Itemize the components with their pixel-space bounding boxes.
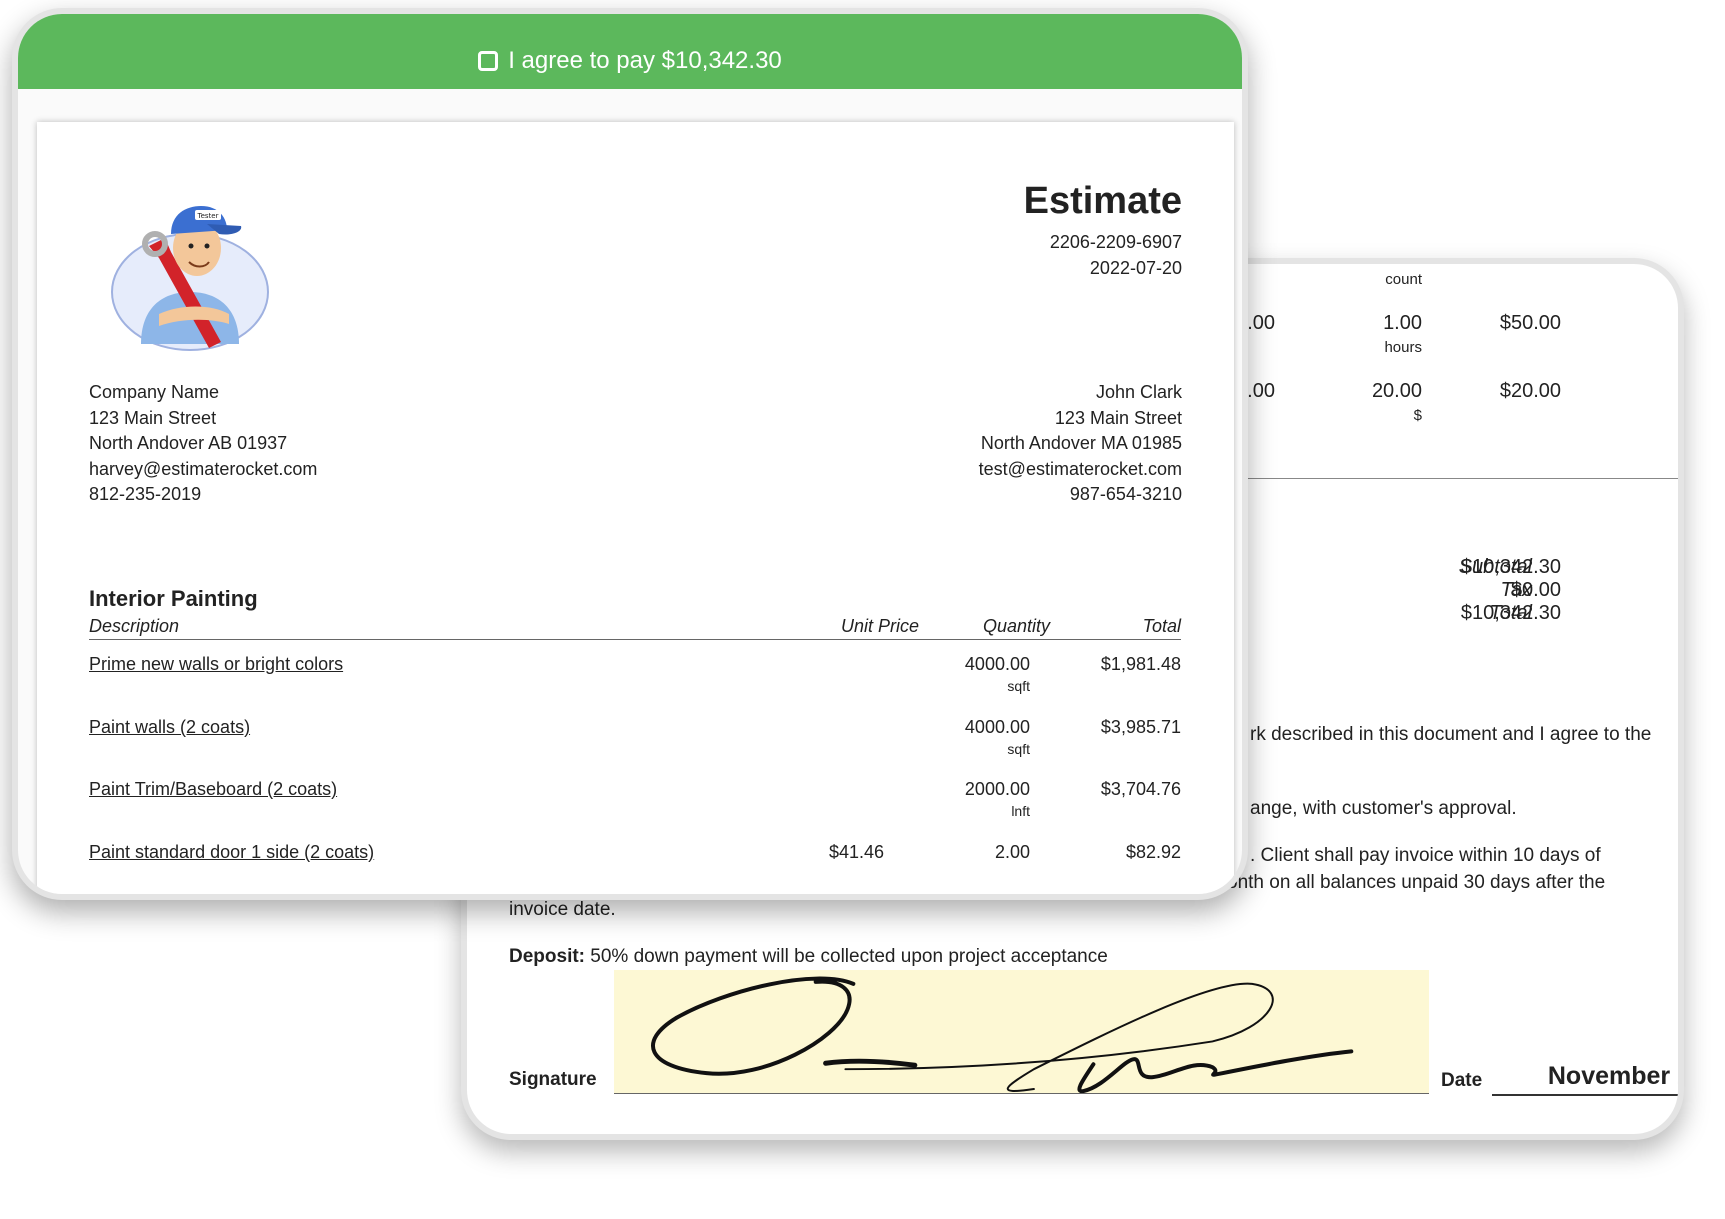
agree-checkbox[interactable]: [478, 50, 499, 71]
estimate-document: Tester Estimate 2206-2209-6907 2022-07-2…: [37, 122, 1234, 894]
back-total: $50.00: [1499, 312, 1561, 334]
item-description-link[interactable]: Paint walls (2 coats): [89, 717, 250, 738]
item-total: $1,981.48: [1100, 654, 1181, 674]
agree-to-pay-button[interactable]: I agree to pay $10,342.30: [18, 14, 1242, 89]
terms-line: invoice date.: [509, 899, 616, 920]
logo-badge-text: Tester: [197, 212, 219, 220]
company-city: North Andover AB 01937: [89, 433, 288, 453]
header-description: Description: [89, 616, 180, 636]
agree-label: I agree to pay $10,342.30: [508, 46, 782, 74]
customer-address-block: John Clark 123 Main Street North Andover…: [979, 380, 1182, 508]
customer-phone: 987-654-3210: [1069, 484, 1182, 504]
estimate-number: 2206-2209-6907: [1049, 232, 1182, 252]
item-description-link[interactable]: Paint Trim/Baseboard (2 coats): [89, 779, 337, 800]
company-name: Company Name: [89, 382, 220, 402]
item-total: $3,985.71: [1100, 717, 1181, 737]
item-quantity: 2000.00 lnft: [964, 779, 1030, 819]
terms-line: ange, with customer's approval.: [1250, 798, 1517, 819]
item-description-link[interactable]: Prime new walls or bright colors: [89, 654, 343, 675]
date-label: Date: [1441, 1070, 1483, 1091]
table-row: Prime new walls or bright colors 4000.00…: [89, 654, 1181, 714]
terms-line: rk described in this document and I agre…: [1250, 724, 1652, 745]
customer-city: North Andover MA 01985: [980, 433, 1182, 453]
item-quantity: 4000.00 sqft: [964, 717, 1030, 757]
company-street: 123 Main Street: [89, 407, 217, 428]
deposit-text: 50% down payment will be collected upon …: [585, 946, 1108, 967]
section-title: Interior Painting: [89, 586, 258, 611]
customer-name: John Clark: [1095, 382, 1182, 402]
customer-street: 123 Main Street: [1054, 407, 1182, 428]
back-quantity: 1.00 hours: [1383, 312, 1422, 356]
back-total: $20.00: [1499, 380, 1561, 402]
table-row: Paint walls (2 coats) 4000.00 sqft $3,985…: [89, 717, 1181, 777]
header-total: Total: [1142, 616, 1181, 636]
header-unit-price: Unit Price: [840, 616, 919, 636]
table-row: Paint Trim/Baseboard (2 coats) 2000.00 ln…: [89, 779, 1181, 839]
item-description-link[interactable]: Paint standard door 1 side (2 coats): [89, 842, 374, 863]
company-address-block: Company Name 123 Main Street North Andov…: [89, 380, 317, 508]
estimate-card: I agree to pay $10,342.30 Tester Estimat…: [12, 8, 1248, 900]
document-title: Estimate: [1023, 180, 1182, 222]
company-logo: Tester: [111, 206, 269, 351]
items-divider: [1247, 478, 1678, 479]
items-table-header: Description Unit Price Quantity Total: [89, 616, 1181, 640]
item-quantity: 4000.00 sqft: [964, 654, 1030, 694]
signature-label: Signature: [509, 1069, 597, 1090]
deposit-line: Deposit: 50% down payment will be collec…: [509, 946, 1108, 968]
company-email: harvey@estimaterocket.com: [89, 458, 318, 479]
signature-drawing: [651, 976, 1354, 1094]
signature-pad[interactable]: [614, 970, 1429, 1094]
customer-email: test@estimaterocket.com: [978, 458, 1182, 479]
header-quantity: Quantity: [982, 616, 1050, 636]
item-quantity: 2.00: [994, 842, 1030, 862]
terms-line: . Client shall pay invoice within 10 day…: [1250, 845, 1601, 866]
signature-date: November 2: [1492, 1062, 1678, 1096]
back-total: $351.6: [1467, 264, 1561, 267]
table-row: Paint standard door 1 side (2 coats) $41…: [89, 842, 1181, 894]
deposit-label: Deposit:: [509, 946, 585, 967]
estimate-date: 2022-07-20: [1089, 258, 1182, 278]
back-quantity: 2.00 count: [1383, 264, 1422, 288]
company-phone: 812-235-2019: [89, 484, 202, 504]
back-quantity: 20.00 $: [1371, 380, 1422, 424]
item-unit-price: $41.46: [828, 842, 884, 862]
item-total: $82.92: [1125, 842, 1181, 862]
item-total: $3,704.76: [1100, 779, 1181, 799]
terms-line: onth on all balances unpaid 30 days afte…: [1227, 872, 1606, 893]
